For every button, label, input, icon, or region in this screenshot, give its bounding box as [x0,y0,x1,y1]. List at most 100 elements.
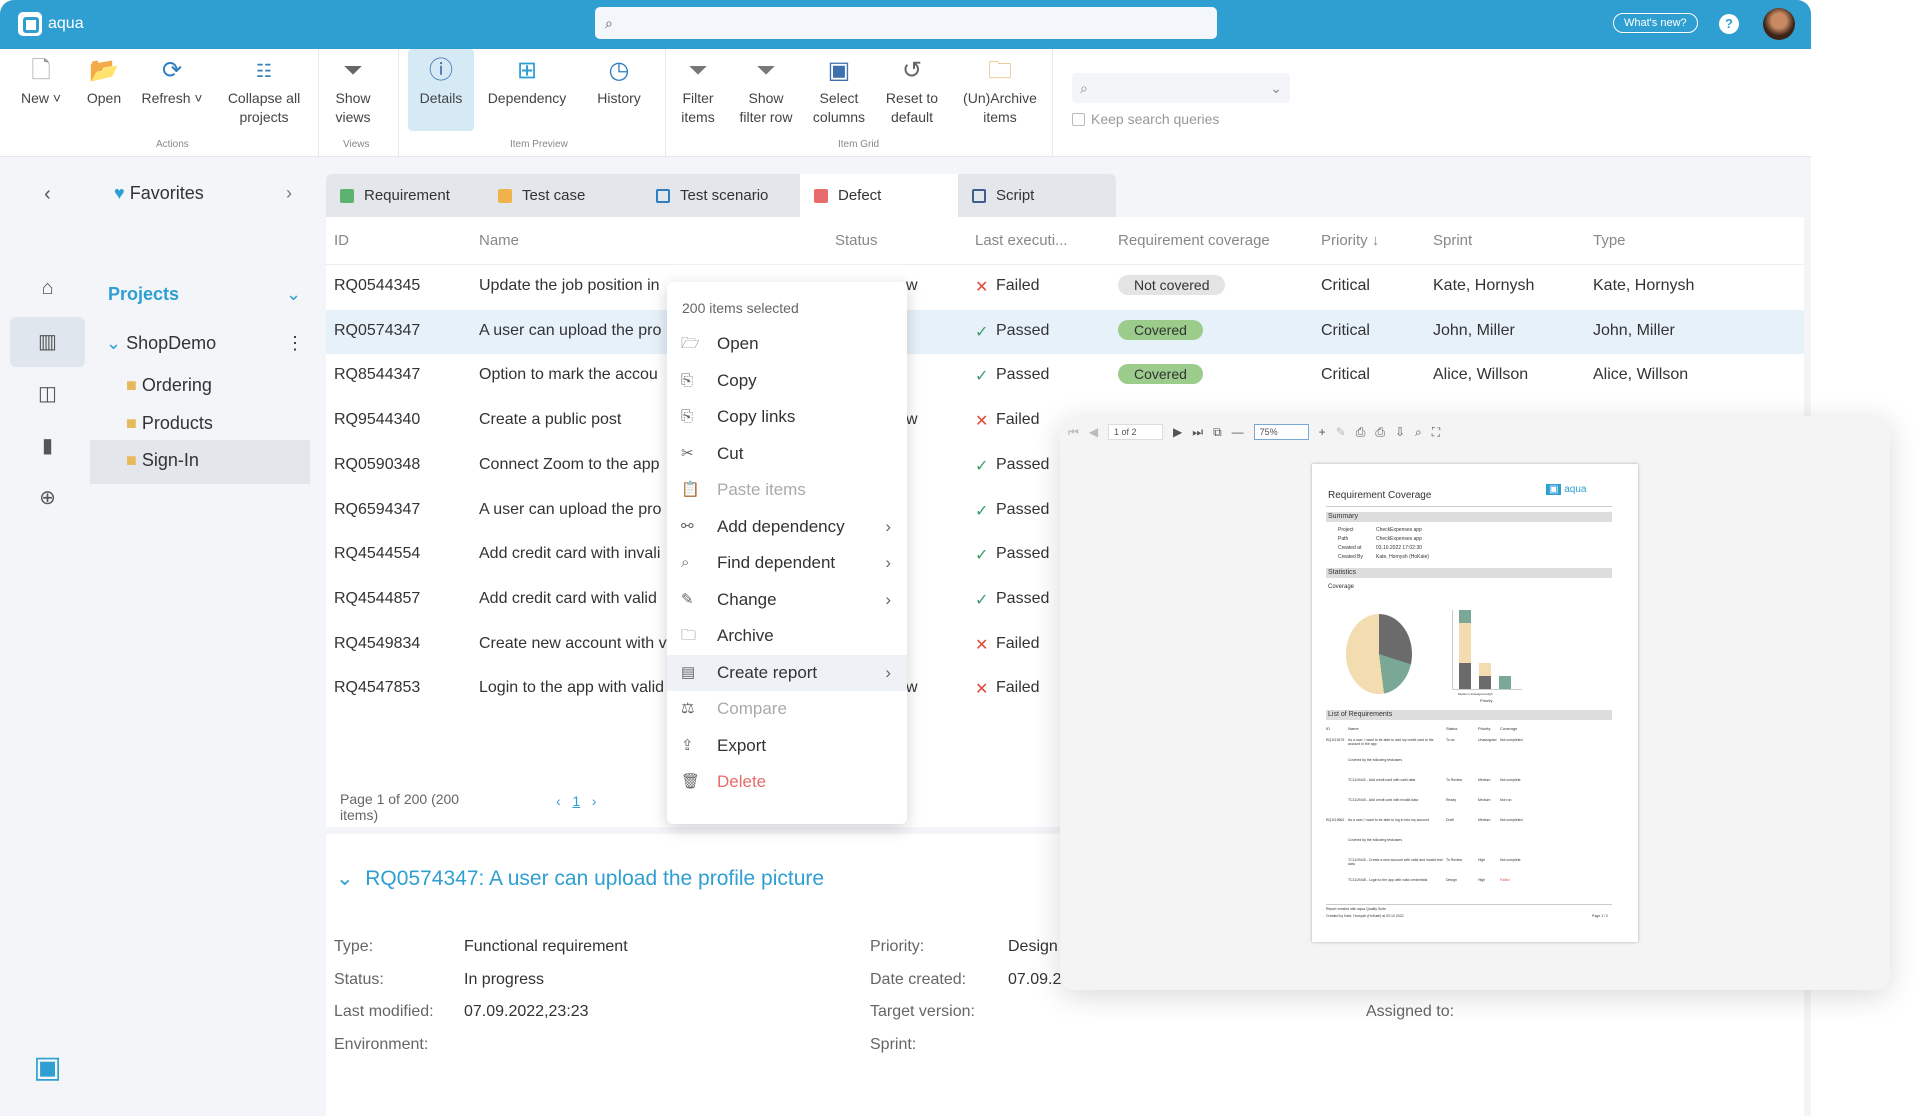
code-icon[interactable]: ◫ [10,369,85,419]
show-views-button[interactable]: ⏷ Show views [330,57,376,127]
menu-item-archive[interactable]: 🗀 Archive [667,618,907,654]
tab-test-scenario[interactable]: Test scenario [642,174,800,217]
folder-ordering[interactable]: ■ Ordering [126,375,212,396]
home-icon[interactable]: ⌂ [10,263,85,313]
edit-icon[interactable]: ✎ [1336,425,1346,439]
cell-last-execution: Passed [996,589,1050,607]
whats-new-button[interactable]: What's new? [1613,13,1698,33]
menu-item-export[interactable]: ⇪ Export [667,728,907,764]
cell-status: w [906,277,918,294]
pagination[interactable]: ‹ 1 › [556,793,596,809]
menu-item-add-dependency[interactable]: ⚯ Add dependency › [667,509,907,545]
aqua-logo-icon[interactable]: ▣ [10,1043,85,1093]
column-sprint[interactable]: Sprint [1433,232,1472,249]
tab-defect[interactable]: Defect [800,174,958,217]
archive-icon: 🗀 [681,627,697,644]
global-search-input[interactable]: ⌕ [595,7,1217,39]
column-requirement-coverage[interactable]: Requirement coverage [1118,232,1270,249]
reset-to-default-button[interactable]: ↺ Reset to default [880,57,944,127]
zoom-out-icon[interactable]: — [1232,425,1244,439]
first-page-icon[interactable]: ⏮ [1068,425,1079,440]
menu-item-delete[interactable]: 🗑 Delete [667,764,907,800]
print-icon[interactable]: ⎙ [1356,425,1366,440]
menu-item-open[interactable]: 🗁 Open [667,326,907,362]
keep-search-checkbox[interactable]: Keep search queries [1072,111,1219,127]
zoom-select[interactable]: 75% [1253,424,1309,440]
open-button[interactable]: 📂 Open [82,57,126,108]
show-filter-row-button[interactable]: ⏷ Show filter row [734,57,798,127]
column-status[interactable]: Status [835,232,878,249]
history-button[interactable]: ◷ History [592,57,646,108]
fullscreen-icon[interactable]: ⛶ [1432,425,1440,440]
exec-icon: ✓ [975,502,989,520]
next-page-icon[interactable]: ▶ [1173,425,1182,439]
cell-last-execution: Passed [996,455,1050,473]
chevron-down-icon: ⌄ [1270,80,1282,96]
cell-type: Kate, Hornysh [1593,277,1695,294]
table-row[interactable]: RQ0574347 A user can upload the pro ✓ Pa… [326,309,1804,354]
collapse-icon: ☷ [255,61,273,81]
grid-icon[interactable]: ⊕ [10,473,85,523]
favorites-item[interactable]: ♥ Favorites [114,183,204,204]
cell-sprint: Kate, Hornysh [1433,277,1535,294]
column-priority[interactable]: Priority ↓ [1321,232,1379,249]
prev-page-icon[interactable]: ◀ [1089,425,1098,439]
project-shopdemo[interactable]: ⌄ ShopDemo [106,333,216,354]
compare-icon: ⚖ [681,700,695,717]
filter-icon: ⏷ [688,57,708,84]
menu-item-paste-items[interactable]: 📋 Paste items [667,472,907,508]
zoom-in-icon[interactable]: + [1319,425,1326,439]
folder-sign-in[interactable]: ■ Sign-In [90,440,310,484]
menu-item-change[interactable]: ✎ Change › [667,582,907,618]
more-icon[interactable]: ⋮ [286,333,304,354]
column-type[interactable]: Type [1593,232,1626,249]
back-icon[interactable]: ‹ [10,169,85,219]
column-last-execution[interactable]: Last executi... [975,232,1068,249]
search-icon[interactable]: ⌕ [1415,425,1422,440]
projects-header[interactable]: Projects [108,284,179,305]
tab-requirement[interactable]: Requirement [326,174,484,217]
cell-last-execution: Passed [996,500,1050,518]
tab-test-case[interactable]: Test case [484,174,642,217]
menu-item-cut[interactable]: ✂ Cut [667,436,907,472]
ribbon-search-input[interactable]: ⌕ ⌄ [1072,73,1290,103]
menu-item-copy[interactable]: ⎘ Copy [667,363,907,399]
last-page-icon[interactable]: ⏭ [1192,425,1203,440]
folder-products[interactable]: ■ Products [126,413,213,434]
menu-item-create-report[interactable]: ▤ Create report › [667,654,907,691]
select-columns-button[interactable]: ▣ Select columns [808,57,870,127]
table-row[interactable]: RQ8544347 Option to mark the accou ✓ Pas… [326,354,1804,398]
unarchive-items-button[interactable]: 🗀 (Un)Archive items [956,57,1044,127]
coverage-pie-chart [1346,614,1412,694]
menu-item-copy-links[interactable]: ⎘ Copy links [667,399,907,435]
tab-script[interactable]: Script [958,174,1116,217]
aqua-logo[interactable]: aqua [18,12,84,36]
menu-item-compare[interactable]: ⚖ Compare [667,691,907,727]
exec-icon: ✕ [975,636,989,654]
folder-icon: 🗁 [681,335,700,352]
page-select[interactable]: 1 of 2 [1108,424,1164,440]
chart-icon[interactable]: ▮ [10,421,85,471]
help-icon[interactable]: ? [1719,14,1739,34]
cell-type: Alice, Willson [1593,366,1689,384]
avatar[interactable] [1763,8,1795,40]
export-icon[interactable]: ⇩ [1395,425,1405,439]
table-row[interactable]: RQ0544345 Update the job position in w ✕… [326,265,1804,309]
map-icon[interactable]: ▥ [10,317,85,367]
refresh-button[interactable]: ⟳ Refresh ˅ [140,57,204,108]
new-button[interactable]: 🗋 New ˅ [18,57,64,108]
chevron-right-icon[interactable]: › [286,183,292,204]
collapse-all-projects-button[interactable]: ☷ Collapse all projects [226,57,302,127]
filter-items-button[interactable]: ⏷ Filter items [676,57,720,127]
chevron-down-icon[interactable]: ⌄ [286,284,301,305]
cell-name: Create a public post [479,411,622,429]
column-id[interactable]: ID [334,232,349,249]
print-page-icon[interactable]: ⎙ [1375,425,1385,440]
dependency-button[interactable]: ⊞ Dependency [484,57,570,108]
multipage-icon[interactable]: ⧉ [1213,425,1222,440]
detail-title[interactable]: ⌄ RQ0574347: A user can upload the profi… [336,866,824,891]
column-name[interactable]: Name [479,232,519,249]
report-logo: ▣ aqua [1546,484,1586,495]
menu-item-find-dependent[interactable]: ⌕ Find dependent › [667,545,907,581]
details-button[interactable]: ⓘ Details [408,49,474,131]
